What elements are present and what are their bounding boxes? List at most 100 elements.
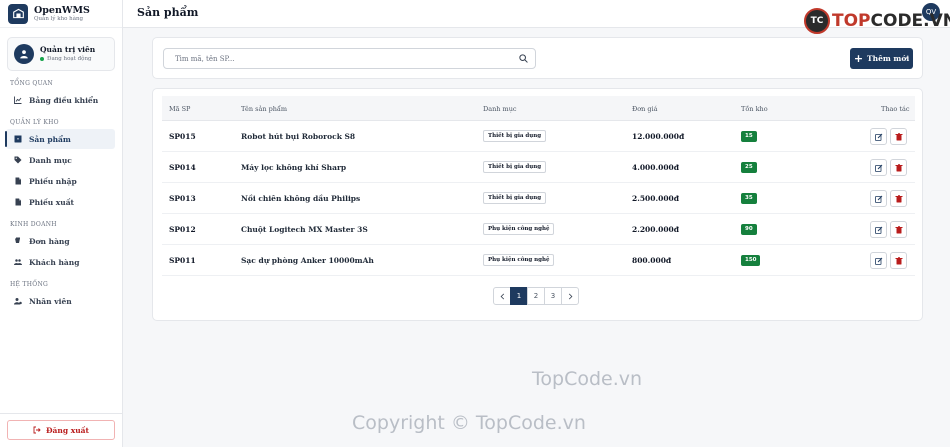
user-gear-icon — [13, 297, 22, 306]
nav-section-business: KINH DOANH — [10, 221, 57, 228]
sidebar-item-label: Khách hàng — [29, 257, 80, 267]
sidebar-item-label: Phiếu nhập — [29, 176, 77, 186]
edit-button[interactable] — [870, 221, 887, 238]
trash-icon — [895, 225, 902, 233]
product-name: Chuột Logitech MX Master 3S — [241, 225, 368, 234]
brand-name: OpenWMS — [34, 4, 90, 16]
delete-button[interactable] — [890, 221, 907, 238]
table-header: Mã SP Tên sản phẩm Danh mục Đơn giá Tồn … — [162, 96, 915, 121]
delete-button[interactable] — [890, 159, 907, 176]
product-name: Máy lọc không khí Sharp — [241, 163, 347, 172]
logo-suffix: CODE.VN — [870, 11, 950, 31]
user-status: Đang hoạt động — [40, 55, 95, 63]
edit-icon — [874, 133, 882, 141]
products-table: Mã SP Tên sản phẩm Danh mục Đơn giá Tồn … — [152, 88, 923, 321]
product-name: Nồi chiên không dầu Philips — [241, 194, 361, 203]
logout-icon — [33, 426, 41, 434]
pagination-page-2[interactable]: 2 — [527, 287, 545, 305]
edit-button[interactable] — [870, 159, 887, 176]
warehouse-icon — [8, 3, 28, 24]
pagination-prev[interactable] — [493, 287, 511, 305]
pagination: 1 2 3 — [493, 287, 579, 305]
chart-line-icon — [13, 96, 22, 105]
user-name: Quản trị viên — [40, 45, 96, 54]
table-row: SP014 Máy lọc không khí Sharp Thiết bị g… — [162, 152, 915, 183]
pagination-page-3[interactable]: 3 — [544, 287, 562, 305]
pagination-next[interactable] — [561, 287, 579, 305]
table-row: SP015 Robot hút bụi Roborock S8 Thiết bị… — [162, 121, 915, 152]
trash-icon — [895, 163, 902, 171]
sidebar-item-label: Phiếu xuất — [29, 197, 75, 207]
column-header-name: Tên sản phẩm — [241, 105, 288, 113]
delete-button[interactable] — [890, 252, 907, 269]
sidebar-item-import-receipts[interactable]: Phiếu nhập — [6, 171, 115, 191]
product-name: Robot hút bụi Roborock S8 — [241, 132, 356, 141]
cart-icon — [13, 237, 22, 246]
pagination-page-1[interactable]: 1 — [510, 287, 528, 305]
category-badge: Thiết bị gia dụng — [483, 130, 547, 142]
sidebar-item-products[interactable]: Sản phẩm — [5, 129, 115, 149]
box-icon — [13, 135, 22, 144]
search-icon[interactable] — [519, 54, 528, 63]
product-code: SP011 — [169, 256, 196, 265]
stock-badge: 25 — [741, 162, 757, 173]
search-box — [163, 48, 536, 69]
delete-button[interactable] — [890, 128, 907, 145]
table-row: SP011 Sạc dự phòng Anker 10000mAh Phụ ki… — [162, 245, 915, 276]
plus-icon: + — [853, 51, 864, 65]
logo-prefix: TOP — [832, 11, 871, 31]
edit-button[interactable] — [870, 252, 887, 269]
sidebar-item-label: Danh mục — [29, 155, 72, 165]
brand[interactable]: OpenWMS Quản lý kho hàng — [0, 0, 122, 28]
edit-icon — [874, 226, 882, 234]
stock-badge: 35 — [741, 193, 757, 204]
logout-label: Đăng xuất — [46, 425, 89, 435]
table-row: SP012 Chuột Logitech MX Master 3S Phụ ki… — [162, 214, 915, 245]
trash-icon — [895, 256, 902, 264]
file-export-icon — [13, 198, 22, 207]
filter-bar: + Thêm mới — [152, 37, 923, 79]
user-card: Quản trị viên Đang hoạt động — [7, 37, 115, 71]
sidebar-item-staff[interactable]: Nhân viên — [6, 291, 115, 311]
tags-icon — [13, 156, 22, 165]
product-price: 2.200.000đ — [632, 225, 679, 234]
column-header-stock: Tồn kho — [741, 105, 768, 113]
topcode-logo: TC TOPCODE.VN — [804, 8, 950, 34]
chevron-right-icon — [568, 293, 572, 299]
product-code: SP012 — [169, 225, 196, 234]
search-input[interactable] — [164, 49, 504, 68]
user-icon — [14, 44, 34, 64]
sidebar-item-label: Đơn hàng — [29, 236, 70, 246]
logout-button[interactable]: Đăng xuất — [7, 420, 115, 440]
sidebar-item-export-receipts[interactable]: Phiếu xuất — [6, 192, 115, 212]
copyright-watermark: Copyright © TopCode.vn — [352, 412, 586, 434]
chevron-left-icon — [500, 293, 504, 299]
sidebar-item-categories[interactable]: Danh mục — [6, 150, 115, 170]
sidebar-item-orders[interactable]: Đơn hàng — [6, 231, 115, 251]
table-row: SP013 Nồi chiên không dầu Philips Thiết … — [162, 183, 915, 214]
nav-section-warehouse: QUẢN LÝ KHO — [10, 119, 59, 126]
sidebar-item-dashboard[interactable]: Bảng điều khiển — [6, 90, 115, 110]
product-name: Sạc dự phòng Anker 10000mAh — [241, 256, 374, 265]
delete-button[interactable] — [890, 190, 907, 207]
edit-icon — [874, 195, 882, 203]
add-product-button[interactable]: + Thêm mới — [850, 48, 913, 69]
edit-button[interactable] — [870, 190, 887, 207]
user-status-text: Đang hoạt động — [47, 56, 92, 62]
product-code: SP014 — [169, 163, 196, 172]
column-header-price: Đơn giá — [632, 105, 658, 113]
page-title: Sản phẩm — [137, 6, 199, 19]
nav-section-overview: TỔNG QUAN — [10, 80, 53, 87]
file-import-icon — [13, 177, 22, 186]
column-header-code: Mã SP — [169, 105, 191, 113]
nav-section-system: HỆ THỐNG — [10, 281, 49, 288]
column-header-actions: Thao tác — [881, 105, 910, 113]
category-badge: Thiết bị gia dụng — [483, 161, 547, 173]
stock-badge: 150 — [741, 255, 761, 266]
product-price: 12.000.000đ — [632, 132, 685, 141]
edit-button[interactable] — [870, 128, 887, 145]
product-price: 4.000.000đ — [632, 163, 679, 172]
sidebar-item-customers[interactable]: Khách hàng — [6, 252, 115, 272]
brand-subtitle: Quản lý kho hàng — [34, 15, 84, 22]
add-button-label: Thêm mới — [867, 54, 910, 63]
